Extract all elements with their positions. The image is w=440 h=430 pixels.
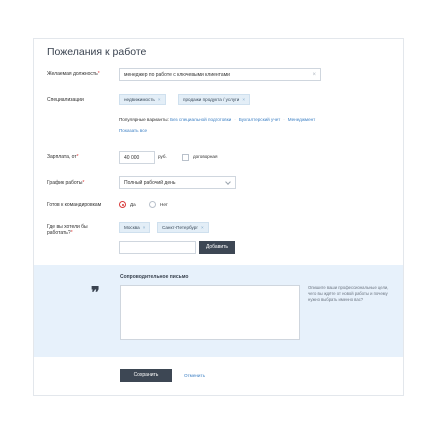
negotiable-label: договорная [193,154,218,159]
trips-no-label: Нет [160,202,168,207]
schedule-select[interactable]: Полный рабочий день [119,176,236,189]
chevron-down-icon [225,179,231,185]
trips-label: Готов к командировкам [47,202,102,208]
trips-yes-label: Да [130,202,136,207]
job-preferences-card: Пожелания к работе Желаемая должность* м… [33,38,404,396]
save-button[interactable]: Сохранить [120,369,172,382]
location-tag: Санкт-Петербург × [157,222,209,233]
remove-tag-icon[interactable]: × [143,225,146,230]
page-title: Пожелания к работе [47,46,147,58]
salary-label: Зарплата, от* [47,154,79,160]
add-location-button[interactable]: Добавить [199,241,235,254]
specialization-tag: продажи продукта / услуги × [178,94,251,105]
location-tag: Москва × [119,222,151,233]
negotiable-checkbox[interactable] [182,154,189,161]
salary-input[interactable]: 40 000 [119,151,155,164]
position-label: Желаемая должность* [47,71,100,77]
popular-options: Популярные варианты: Без специальной под… [119,117,316,122]
trips-yes-radio[interactable] [119,201,126,208]
location-input[interactable] [119,241,196,254]
specialization-tag: недвижимость × [119,94,166,105]
cover-letter-title: Сопроводительное письмо [120,274,189,280]
remove-tag-icon[interactable]: × [201,225,204,230]
trips-no-radio[interactable] [149,201,156,208]
cover-letter-textarea[interactable] [120,285,300,340]
cover-letter-section: ❞ Сопроводительное письмо Опишите ваши п… [34,265,403,357]
popular-option-link[interactable]: Бухгалтерский учет [239,117,280,122]
cover-letter-hint: Опишите ваши профессиональные цели, чего… [308,285,389,302]
position-input[interactable]: менеджер по работе с ключевыми клиентами… [119,68,321,81]
show-all-link[interactable]: Показать все [119,128,147,134]
location-label: Где вы хотели бы работать?* [47,224,88,236]
schedule-label: График работы* [47,180,85,186]
currency-label: руб. [158,154,167,159]
specialization-label: Специализации [47,97,84,103]
popular-option-link[interactable]: Менеджмент [288,117,316,122]
remove-tag-icon[interactable]: × [158,97,161,102]
cancel-link[interactable]: Отменить [184,373,205,379]
clear-icon[interactable]: × [312,69,316,81]
remove-tag-icon[interactable]: × [242,97,245,102]
quote-icon: ❞ [91,283,100,302]
popular-option-link[interactable]: Без специальной подготовки [170,117,231,122]
